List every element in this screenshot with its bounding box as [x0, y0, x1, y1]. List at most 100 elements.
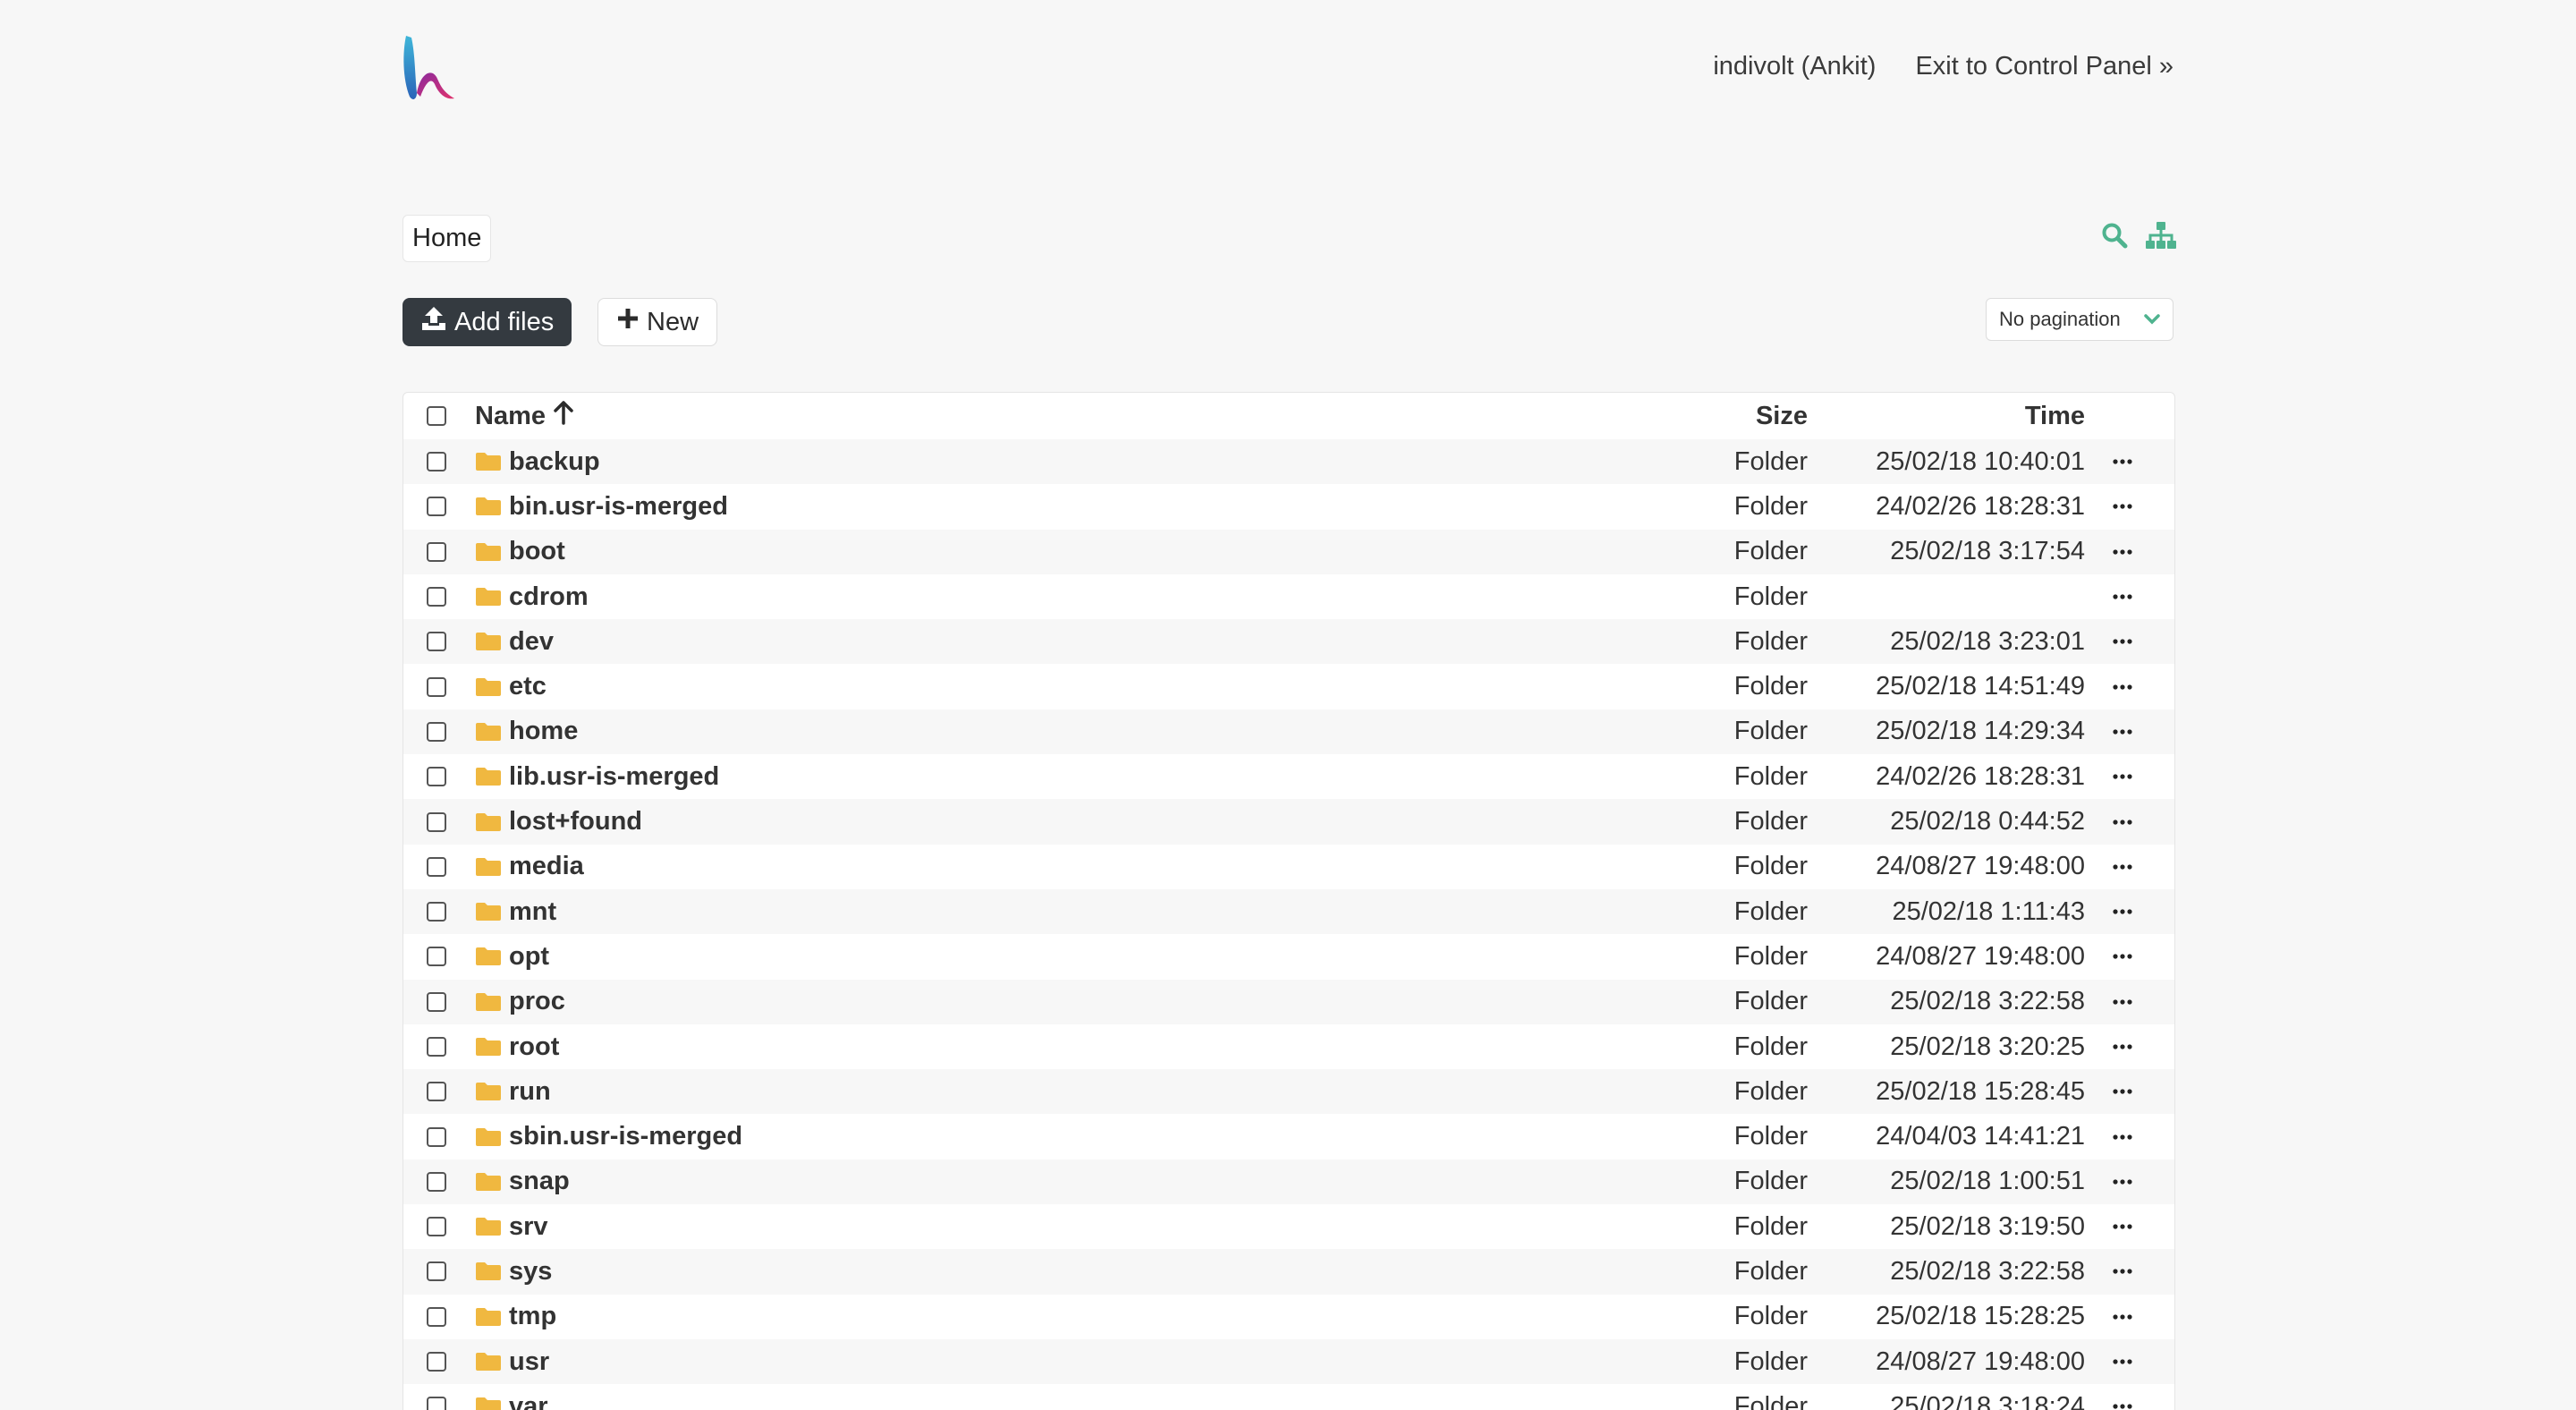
- file-name-link[interactable]: etc: [475, 672, 547, 701]
- name-column-header[interactable]: Name: [475, 400, 574, 432]
- row-checkbox[interactable]: [427, 947, 446, 967]
- time-column-header[interactable]: Time: [1808, 402, 2085, 431]
- breadcrumb-home[interactable]: Home: [402, 215, 492, 262]
- row-checkbox[interactable]: [427, 587, 446, 607]
- ellipsis-icon[interactable]: [2106, 633, 2139, 650]
- ellipsis-icon[interactable]: [2106, 993, 2139, 1011]
- app-logo[interactable]: [401, 34, 458, 102]
- ellipsis-icon[interactable]: [2106, 1218, 2139, 1236]
- ellipsis-icon[interactable]: [2106, 1083, 2139, 1100]
- row-checkbox[interactable]: [427, 1217, 446, 1237]
- file-name-link[interactable]: root: [475, 1032, 559, 1062]
- ellipsis-icon[interactable]: [2106, 497, 2139, 515]
- ellipsis-icon[interactable]: [2106, 453, 2139, 471]
- ellipsis-icon[interactable]: [2106, 678, 2139, 696]
- row-checkbox[interactable]: [427, 811, 446, 832]
- ellipsis-icon[interactable]: [2106, 588, 2139, 606]
- file-name-link[interactable]: backup: [475, 447, 600, 477]
- file-name-link[interactable]: srv: [475, 1212, 548, 1242]
- file-name-link[interactable]: cdrom: [475, 582, 589, 612]
- row-checkbox[interactable]: [427, 1397, 446, 1410]
- row-checkbox[interactable]: [427, 497, 446, 517]
- table-row[interactable]: usr Folder 24/08/27 19:48:00: [403, 1338, 2174, 1385]
- select-all-checkbox[interactable]: [427, 406, 446, 426]
- file-name-link[interactable]: bin.usr-is-merged: [475, 492, 728, 522]
- ellipsis-icon[interactable]: [2106, 813, 2139, 831]
- table-row[interactable]: home Folder 25/02/18 14:29:34: [403, 709, 2174, 755]
- ellipsis-icon[interactable]: [2106, 723, 2139, 741]
- file-name-link[interactable]: usr: [475, 1347, 549, 1377]
- table-row[interactable]: lib.usr-is-merged Folder 24/02/26 18:28:31: [403, 754, 2174, 799]
- row-checkbox[interactable]: [427, 676, 446, 697]
- table-row[interactable]: lost+found Folder 25/02/18 0:44:52: [403, 799, 2174, 845]
- pagination-select[interactable]: No pagination: [1986, 298, 2174, 341]
- table-row[interactable]: srv Folder 25/02/18 3:19:50: [403, 1204, 2174, 1249]
- ellipsis-icon[interactable]: [2106, 1397, 2139, 1410]
- table-row[interactable]: sbin.usr-is-merged Folder 24/04/03 14:41:2…: [403, 1114, 2174, 1159]
- table-row[interactable]: bin.usr-is-merged Folder 24/02/26 18:28:31: [403, 484, 2174, 529]
- ellipsis-icon[interactable]: [2106, 1262, 2139, 1280]
- new-button[interactable]: New: [597, 298, 718, 346]
- row-checkbox[interactable]: [427, 991, 446, 1012]
- row-checkbox[interactable]: [427, 1037, 446, 1057]
- file-name-link[interactable]: run: [475, 1077, 551, 1107]
- user-menu[interactable]: indivolt (Ankit): [1713, 52, 1876, 81]
- row-checkbox[interactable]: [427, 721, 446, 742]
- ellipsis-icon[interactable]: [2106, 1353, 2139, 1371]
- ellipsis-icon[interactable]: [2106, 1038, 2139, 1056]
- ellipsis-icon[interactable]: [2106, 858, 2139, 876]
- ellipsis-icon[interactable]: [2106, 903, 2139, 921]
- table-row[interactable]: opt Folder 24/08/27 19:48:00: [403, 934, 2174, 979]
- row-checkbox[interactable]: [427, 767, 446, 787]
- table-row[interactable]: sys Folder 25/02/18 3:22:58: [403, 1249, 2174, 1295]
- table-row[interactable]: tmp Folder 25/02/18 15:28:25: [403, 1295, 2174, 1339]
- table-row[interactable]: run Folder 25/02/18 15:28:45: [403, 1069, 2174, 1115]
- ellipsis-icon[interactable]: [2106, 947, 2139, 965]
- row-checkbox[interactable]: [427, 632, 446, 652]
- row-checkbox[interactable]: [427, 1126, 446, 1147]
- row-checkbox[interactable]: [427, 1306, 446, 1327]
- file-name-link[interactable]: home: [475, 717, 578, 746]
- table-row[interactable]: dev Folder 25/02/18 3:23:01: [403, 619, 2174, 665]
- search-icon[interactable]: [2097, 218, 2131, 252]
- sitemap-icon[interactable]: [2144, 218, 2178, 252]
- file-name-link[interactable]: snap: [475, 1167, 570, 1196]
- ellipsis-icon[interactable]: [2106, 1173, 2139, 1191]
- exit-control-panel-link[interactable]: Exit to Control Panel »: [1915, 52, 2174, 81]
- ellipsis-icon[interactable]: [2106, 768, 2139, 786]
- table-row[interactable]: media Folder 24/08/27 19:48:00: [403, 845, 2174, 889]
- row-checkbox[interactable]: [427, 856, 446, 877]
- table-row[interactable]: cdrom Folder: [403, 574, 2174, 619]
- row-checkbox[interactable]: [427, 1082, 446, 1102]
- file-name-link[interactable]: lost+found: [475, 807, 642, 837]
- row-checkbox[interactable]: [427, 452, 446, 472]
- table-row[interactable]: mnt Folder 25/02/18 1:11:43: [403, 888, 2174, 935]
- size-column-header[interactable]: Size: [1674, 402, 1808, 431]
- table-row[interactable]: backup Folder 25/02/18 10:40:01: [403, 439, 2174, 485]
- file-name-link[interactable]: sbin.usr-is-merged: [475, 1122, 742, 1151]
- ellipsis-icon[interactable]: [2106, 543, 2139, 561]
- file-name-link[interactable]: boot: [475, 537, 565, 566]
- file-name-link[interactable]: var: [475, 1392, 548, 1410]
- row-checkbox[interactable]: [427, 902, 446, 922]
- table-row[interactable]: boot Folder 25/02/18 3:17:54: [403, 529, 2174, 574]
- table-row[interactable]: etc Folder 25/02/18 14:51:49: [403, 664, 2174, 709]
- file-name-link[interactable]: mnt: [475, 897, 556, 927]
- file-name-link[interactable]: opt: [475, 942, 549, 972]
- row-checkbox[interactable]: [427, 1261, 446, 1282]
- table-row[interactable]: root Folder 25/02/18 3:20:25: [403, 1024, 2174, 1069]
- row-checkbox[interactable]: [427, 541, 446, 562]
- file-name-link[interactable]: media: [475, 852, 584, 881]
- ellipsis-icon[interactable]: [2106, 1128, 2139, 1146]
- table-row[interactable]: var Folder 25/02/18 3:18:24: [403, 1384, 2174, 1410]
- ellipsis-icon[interactable]: [2106, 1308, 2139, 1326]
- row-checkbox[interactable]: [427, 1352, 446, 1372]
- file-name-link[interactable]: lib.usr-is-merged: [475, 762, 719, 792]
- add-files-button[interactable]: Add files: [402, 298, 572, 346]
- table-row[interactable]: snap Folder 25/02/18 1:00:51: [403, 1159, 2174, 1205]
- file-name-link[interactable]: tmp: [475, 1302, 556, 1331]
- file-name-link[interactable]: sys: [475, 1257, 552, 1287]
- row-checkbox[interactable]: [427, 1171, 446, 1192]
- table-row[interactable]: proc Folder 25/02/18 3:22:58: [403, 979, 2174, 1024]
- file-name-link[interactable]: dev: [475, 627, 554, 657]
